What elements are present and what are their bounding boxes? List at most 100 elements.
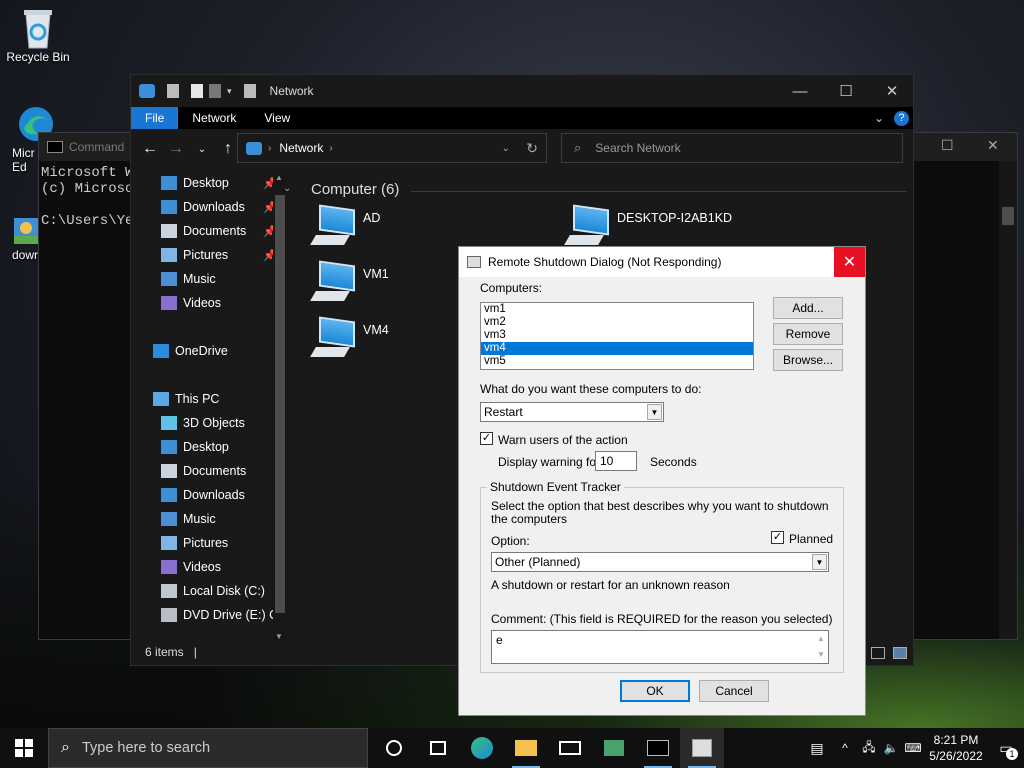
comment-scrollbar[interactable]: ▲ ▼ bbox=[814, 631, 828, 663]
computer-list-item[interactable]: vm2 bbox=[481, 316, 753, 329]
computer-icon bbox=[564, 204, 609, 247]
details-view-icon[interactable] bbox=[871, 647, 885, 659]
task-view-icon[interactable] bbox=[416, 728, 460, 768]
computer-list-item[interactable]: vm3 bbox=[481, 329, 753, 342]
nav-item[interactable]: Pictures bbox=[131, 531, 287, 555]
desktop-icon-edge[interactable]: Micr Ed bbox=[2, 104, 53, 174]
close-icon[interactable]: ✕ bbox=[869, 75, 915, 107]
remove-button[interactable]: Remove bbox=[773, 323, 843, 345]
action-select[interactable]: Restart ▼ bbox=[480, 402, 664, 422]
file-explorer-taskbar-icon[interactable] bbox=[504, 728, 548, 768]
customize-toolbar-icon[interactable]: ▾ bbox=[227, 86, 232, 97]
breadcrumb-chevron-icon[interactable]: › bbox=[268, 143, 271, 154]
notifications-icon[interactable]: ▭ 1 bbox=[988, 740, 1024, 760]
refresh-icon[interactable]: ↻ bbox=[526, 140, 538, 157]
nav-item[interactable]: Desktop bbox=[131, 435, 287, 459]
taskbar-search[interactable]: ⌕ Type here to search bbox=[48, 728, 368, 768]
network-tool-taskbar-icon[interactable] bbox=[592, 728, 636, 768]
planned-checkbox[interactable]: ✓ bbox=[771, 531, 784, 544]
remote-shutdown-dialog[interactable]: Remote Shutdown Dialog (Not Responding) … bbox=[458, 246, 866, 716]
nav-item[interactable]: Music bbox=[131, 267, 287, 291]
warn-users-checkbox[interactable]: ✓ bbox=[480, 432, 493, 445]
maximize-icon[interactable]: ☐ bbox=[823, 75, 869, 107]
add-button[interactable]: Add... bbox=[773, 297, 843, 319]
dialog-title-bar[interactable]: Remote Shutdown Dialog (Not Responding) bbox=[459, 247, 865, 277]
nav-item[interactable]: Music bbox=[131, 507, 287, 531]
nav-item[interactable]: Videos bbox=[131, 555, 287, 579]
ok-button[interactable]: OK bbox=[620, 680, 690, 702]
volume-muted-icon[interactable]: 🔈 bbox=[880, 741, 902, 755]
cmd-scroll-thumb[interactable] bbox=[1002, 207, 1014, 225]
option-select[interactable]: Other (Planned) ▼ bbox=[491, 552, 829, 572]
desktop-icon-downloads[interactable]: dowr bbox=[0, 216, 40, 262]
computer-item[interactable]: DESKTOP-I2AB1KD bbox=[564, 204, 732, 247]
ime-icon[interactable]: ⌨ bbox=[902, 741, 924, 755]
warning-seconds-input[interactable]: 10 bbox=[595, 451, 637, 471]
nav-item[interactable]: Downloads 📌 bbox=[131, 195, 287, 219]
nav-item[interactable]: Documents 📌 bbox=[131, 219, 287, 243]
comment-textarea[interactable]: e ▲ ▼ bbox=[491, 630, 829, 664]
nav-item[interactable]: 3D Objects bbox=[131, 411, 287, 435]
minimize-icon[interactable]: — bbox=[777, 75, 823, 107]
computer-list-item[interactable]: vm4 bbox=[481, 342, 753, 355]
nav-item[interactable]: OneDrive bbox=[131, 339, 287, 363]
chevron-down-icon[interactable]: ▼ bbox=[812, 554, 827, 570]
computer-item[interactable]: AD bbox=[310, 204, 380, 247]
warn-users-label[interactable]: Warn users of the action bbox=[498, 433, 628, 447]
nav-item[interactable]: Downloads bbox=[131, 483, 287, 507]
properties-icon[interactable] bbox=[191, 84, 203, 98]
show-hidden-icons-icon[interactable]: ^ bbox=[832, 741, 858, 755]
tab-network[interactable]: Network bbox=[178, 107, 250, 129]
new-folder-icon[interactable] bbox=[209, 84, 221, 98]
computers-listbox[interactable]: vm1 vm2 vm3 vm4 vm5 bbox=[480, 302, 754, 370]
remote-shutdown-taskbar-icon[interactable] bbox=[680, 728, 724, 768]
search-box[interactable]: ⌕ Search Network bbox=[561, 133, 903, 163]
network-status-icon[interactable]: 🖧 bbox=[858, 738, 880, 759]
planned-label[interactable]: Planned bbox=[789, 532, 833, 546]
breadcrumb-network[interactable]: Network bbox=[279, 141, 323, 155]
nav-item[interactable]: Desktop 📌 bbox=[131, 171, 287, 195]
nav-item[interactable]: Documents bbox=[131, 459, 287, 483]
browse-button[interactable]: Browse... bbox=[773, 349, 843, 371]
computer-item[interactable]: VM4 bbox=[310, 316, 389, 359]
tab-view[interactable]: View bbox=[250, 107, 304, 129]
navigation-pane[interactable]: Desktop 📌 Downloads 📌 Documents 📌 Pictures 📌 Mus… bbox=[131, 171, 287, 643]
news-icon[interactable]: ▤ bbox=[802, 740, 832, 757]
tab-file[interactable]: File bbox=[131, 107, 179, 129]
edge-taskbar-icon[interactable] bbox=[460, 728, 504, 768]
scroll-up-icon[interactable]: ▲ bbox=[275, 173, 283, 182]
address-dropdown-icon[interactable]: ⌄ bbox=[502, 143, 510, 154]
collapse-group-icon[interactable]: ⌄ bbox=[283, 183, 291, 194]
nav-scroll-thumb[interactable] bbox=[275, 195, 285, 613]
start-button[interactable] bbox=[0, 728, 48, 768]
computer-item[interactable]: VM1 bbox=[310, 260, 389, 303]
nav-pane-scrollbar[interactable]: ▲ ▼ bbox=[273, 171, 287, 643]
cancel-button[interactable]: Cancel bbox=[699, 680, 769, 702]
group-header[interactable]: Computer (6) bbox=[311, 181, 399, 198]
breadcrumb-chevron-icon[interactable]: › bbox=[329, 143, 332, 154]
ribbon-expand-icon[interactable]: ⌄ bbox=[868, 107, 890, 129]
cmd-close-icon[interactable]: ✕ bbox=[987, 137, 999, 154]
nav-item[interactable]: DVD Drive (E:) C( bbox=[131, 603, 287, 627]
forward-arrow-icon[interactable]: → bbox=[163, 140, 189, 158]
chevron-down-icon[interactable]: ▼ bbox=[647, 404, 662, 420]
cmd-maximize-icon[interactable]: ☐ bbox=[941, 137, 954, 154]
back-arrow-icon[interactable]: ← bbox=[137, 140, 163, 158]
address-bar[interactable]: › Network › ⌄ ↻ bbox=[237, 133, 547, 163]
cortana-icon[interactable] bbox=[372, 728, 416, 768]
large-icons-view-icon[interactable] bbox=[893, 647, 907, 659]
nav-item[interactable]: Pictures 📌 bbox=[131, 243, 287, 267]
cmd-scrollbar[interactable] bbox=[999, 161, 1017, 639]
recent-locations-icon[interactable]: ⌄ bbox=[189, 144, 215, 155]
command-prompt-taskbar-icon[interactable] bbox=[636, 728, 680, 768]
nav-item[interactable]: This PC bbox=[131, 387, 287, 411]
nav-item[interactable]: Videos bbox=[131, 291, 287, 315]
help-icon[interactable]: ? bbox=[890, 107, 913, 129]
nav-item[interactable]: Local Disk (C:) bbox=[131, 579, 287, 603]
clock[interactable]: 8:21 PM 5/26/2022 bbox=[924, 732, 988, 764]
dialog-close-icon[interactable]: ✕ bbox=[834, 247, 865, 277]
computer-list-item[interactable]: vm5 bbox=[481, 355, 753, 368]
desktop-icon-recycle-bin[interactable]: Recycle Bin bbox=[0, 6, 76, 64]
computer-list-item[interactable]: vm1 bbox=[481, 303, 753, 316]
mail-icon[interactable] bbox=[548, 728, 592, 768]
